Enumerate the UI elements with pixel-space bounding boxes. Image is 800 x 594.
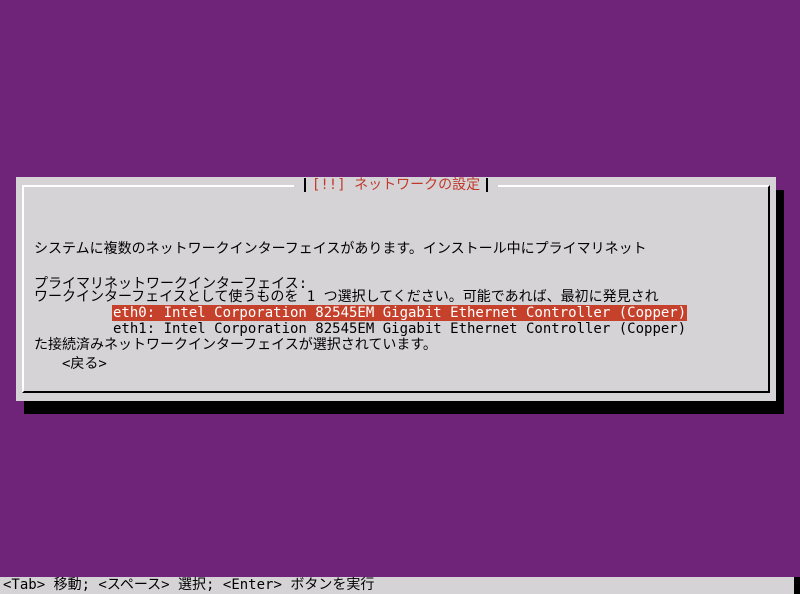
interface-option-eth1[interactable]: eth1: Intel Corporation 82545EM Gigabit … [112,321,687,337]
back-button[interactable]: <戻る> [62,353,107,373]
network-config-dialog: [!!] ネットワークの設定 システムに複数のネットワークインターフェイスがあり… [16,177,776,401]
interface-options-list: eth0: Intel Corporation 82545EM Gigabit … [112,305,688,337]
title-right-edge [486,178,489,192]
interface-option-eth0[interactable]: eth0: Intel Corporation 82545EM Gigabit … [112,305,688,321]
dialog-title-box: [!!] ネットワークの設定 [293,177,499,193]
dialog-title-bar: [!!] ネットワークの設定 [16,177,776,193]
interface-prompt: プライマリネットワークインターフェイス: [34,276,308,292]
keyboard-help-status-bar: <Tab> 移動; <スペース> 選択; <Enter> ボタンを実行 [0,577,800,594]
title-left-edge [303,178,306,192]
terminal-cursor [794,577,800,594]
dialog-title: [!!] ネットワークの設定 [311,177,481,193]
message-line: た接続済みネットワークインターフェイスが選択されています。 [34,337,437,353]
dialog-message: システムに複数のネットワークインターフェイスがあります。インストール中にプライマ… [34,209,754,385]
message-line: システムに複数のネットワークインターフェイスがあります。インストール中にプライマ… [34,241,647,257]
